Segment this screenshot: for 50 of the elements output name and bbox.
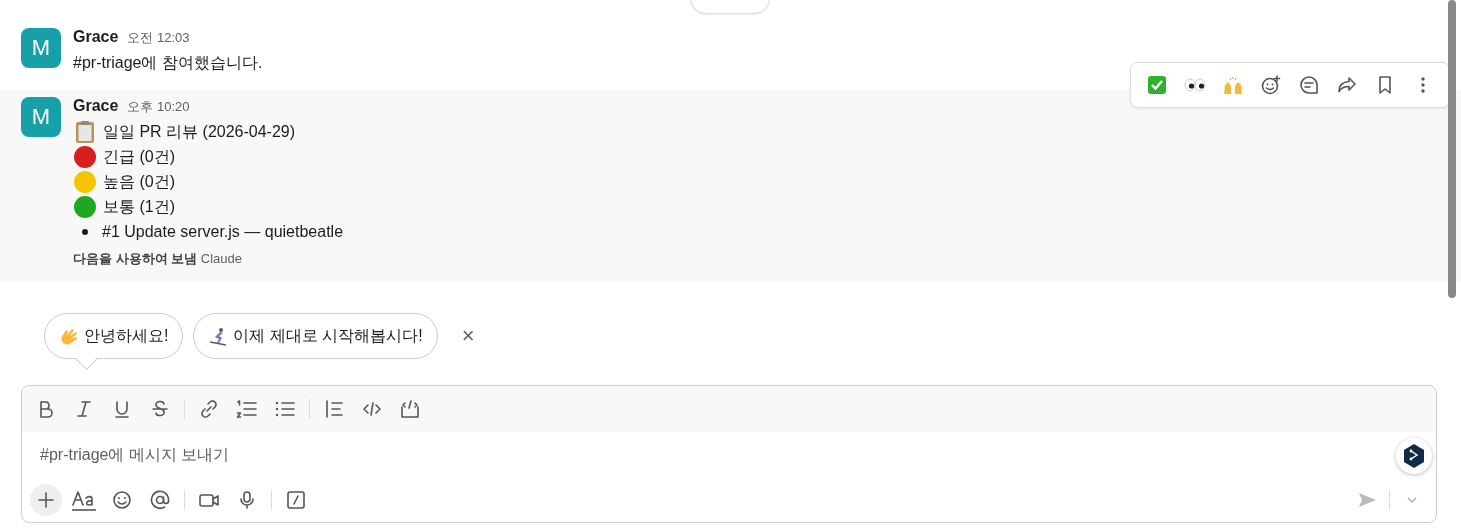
pr-item: #1 Update server.js — quietbeatle (102, 222, 344, 242)
scrollbar[interactable] (1448, 0, 1456, 298)
emoji-icon (112, 490, 132, 510)
raised-hands-icon (1222, 75, 1244, 95)
text-format-icon (71, 489, 97, 511)
message-input[interactable]: #pr-triage에 메시지 보내기 (38, 432, 1342, 478)
circle-icon (73, 169, 97, 194)
thread-icon (1299, 75, 1319, 95)
more-icon (1420, 75, 1426, 95)
chevron-down-icon (1406, 496, 1418, 504)
underline-icon (112, 399, 132, 419)
author-name[interactable]: Grace (73, 28, 119, 46)
suggestion-chip[interactable]: 이제 제대로 시작해봅시다! (193, 313, 438, 359)
timestamp[interactable]: 오전 12:03 (127, 29, 190, 47)
message-text: #pr-triage에 참여했습니다. (73, 53, 263, 73)
skier-icon (208, 326, 229, 346)
checkmark-icon (1147, 75, 1167, 95)
slash-icon (286, 490, 306, 510)
italic-icon (74, 399, 94, 419)
close-button[interactable]: × (461, 323, 475, 349)
microphone-icon (237, 490, 257, 510)
priority-label: 높음 (0건) (103, 172, 175, 192)
hexagon-logo-icon (1402, 443, 1426, 469)
at-sign-icon (150, 490, 170, 510)
plus-icon (36, 490, 56, 510)
sent-via-text: 다음을 사용하여 보냄 Claude (73, 251, 243, 266)
bullet-icon (82, 228, 88, 235)
message-composer[interactable]: #pr-triage에 메시지 보내기 (21, 385, 1437, 523)
assistant-button[interactable] (1396, 438, 1432, 474)
priority-label: 긴급 (0건) (103, 147, 175, 167)
clipboard-icon (73, 119, 97, 144)
strikethrough-icon (150, 399, 170, 419)
circle-icon (73, 144, 97, 169)
numbered-list-icon (236, 399, 258, 419)
report-title: 일일 PR 리뷰 (2026-04-29) (103, 122, 296, 142)
author-name[interactable]: Grace (73, 97, 119, 115)
eyes-icon (1184, 75, 1206, 95)
circle-icon (73, 194, 97, 219)
link-icon (199, 399, 219, 419)
attach-button[interactable] (30, 484, 62, 516)
priority-label: 보통 (1건) (103, 197, 175, 217)
code-block-icon (400, 399, 420, 419)
timestamp[interactable]: 오후 10:20 (127, 98, 190, 116)
add-reaction-icon (1261, 75, 1281, 95)
send-icon (1357, 490, 1377, 510)
blockquote-icon (324, 399, 344, 419)
code-icon (362, 399, 382, 419)
waving-hand-icon (59, 326, 79, 346)
bulleted-list-icon (274, 399, 296, 419)
forward-icon (1337, 75, 1357, 95)
